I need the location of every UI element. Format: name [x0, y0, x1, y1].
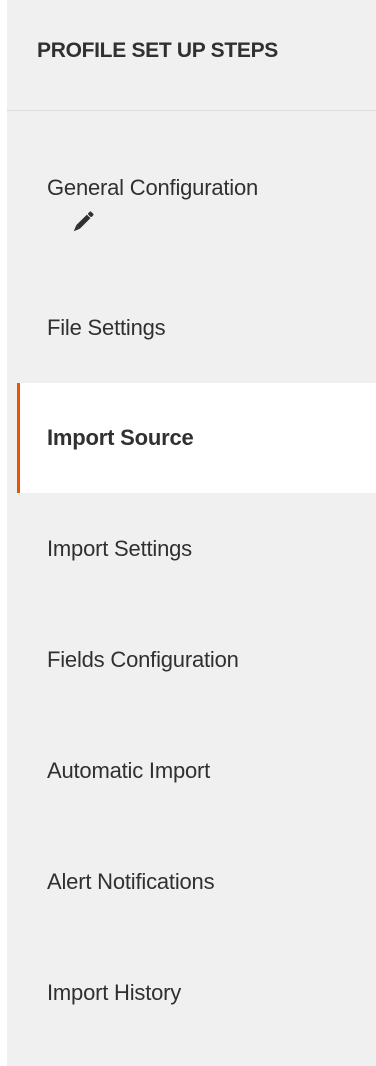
pencil-icon [73, 211, 94, 232]
step-file-settings[interactable]: File Settings [7, 273, 376, 383]
step-label: Fields Configuration [47, 646, 239, 672]
step-label: Automatic Import [47, 757, 211, 783]
sidebar-title: PROFILE SET UP STEPS [37, 39, 278, 62]
step-import-source[interactable]: Import Source [17, 383, 376, 493]
step-label: Import Settings [47, 535, 192, 561]
step-label: Alert Notifications [47, 868, 215, 894]
step-label: General Configuration [47, 175, 259, 200]
profile-steps-sidebar: PROFILE SET UP STEPS General Configurati… [7, 0, 376, 1066]
sidebar-header: PROFILE SET UP STEPS [7, 0, 376, 111]
step-general-configuration[interactable]: General Configuration [7, 111, 376, 273]
step-automatic-import[interactable]: Automatic Import [7, 715, 376, 826]
step-label: Import History [47, 979, 182, 1005]
steps-list: General Configuration File Settings Impo… [7, 111, 376, 1048]
step-label: File Settings [47, 315, 166, 340]
step-import-history[interactable]: Import History [7, 937, 376, 1048]
step-fields-configuration[interactable]: Fields Configuration [7, 604, 376, 715]
step-import-settings[interactable]: Import Settings [7, 493, 376, 604]
step-label: Import Source [47, 425, 194, 450]
step-alert-notifications[interactable]: Alert Notifications [7, 826, 376, 937]
